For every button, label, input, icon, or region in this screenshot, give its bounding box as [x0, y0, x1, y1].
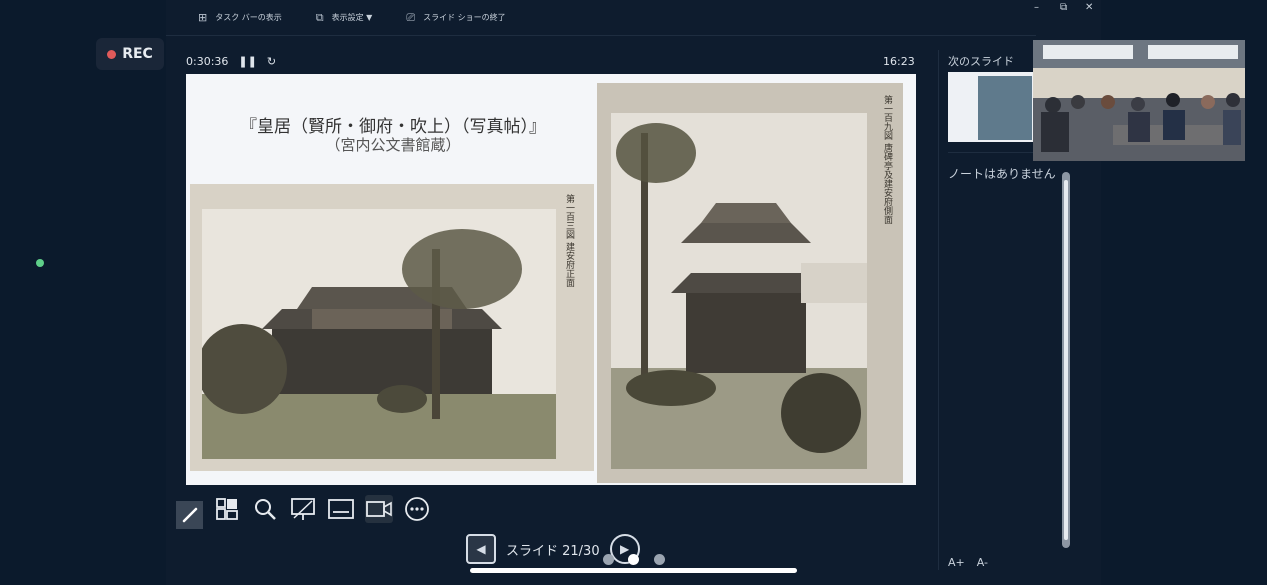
show-taskbar-label: タスク バーの表示	[215, 13, 282, 22]
page-dot[interactable]	[654, 554, 665, 565]
restore-button[interactable]: ⧉	[1060, 2, 1067, 13]
current-time: 16:23	[883, 55, 915, 68]
reset-icon[interactable]: ↻	[267, 55, 276, 68]
speaker-notes: ノートはありません	[948, 167, 1056, 181]
end-slideshow-button[interactable]: ⎚ スライド ショーの終了	[406, 11, 505, 25]
arrow-right-icon: ▶	[619, 542, 630, 556]
screen-icon	[291, 498, 315, 520]
pen-icon	[182, 507, 197, 523]
building-front-illustration	[202, 209, 556, 459]
end-slideshow-label: スライド ショーの終了	[423, 13, 506, 22]
video-feed[interactable]	[1033, 40, 1245, 161]
left-strip	[0, 0, 166, 585]
right-photo-caption: 第一百九図 唐碑亭及建安府側面	[882, 95, 892, 224]
taskbar-icon: ⊞	[198, 11, 208, 24]
elapsed-timer: 0:30:36 ❚❚ ↻	[186, 55, 276, 68]
left-photo: 第一百三図 建安府正面	[190, 184, 594, 471]
notes-scrollbar-thumb[interactable]	[1064, 180, 1068, 540]
page-dot[interactable]	[603, 554, 614, 565]
rec-indicator[interactable]: REC	[96, 38, 164, 70]
decrease-font-button[interactable]: A-	[977, 556, 988, 569]
display-settings-icon: ⧉	[315, 10, 324, 24]
next-slide-image	[978, 76, 1032, 140]
rec-label: REC	[122, 46, 153, 62]
slide-subtitle: （宮内公文書館蔵）	[325, 136, 461, 154]
next-slide-thumbnail[interactable]	[948, 72, 1038, 142]
see-all-slides-button[interactable]	[213, 495, 241, 523]
font-size-controls: A+ A-	[948, 556, 988, 569]
home-indicator-bar[interactable]	[470, 568, 797, 573]
right-photo-image	[611, 113, 867, 469]
more-icon	[405, 497, 429, 521]
increase-font-button[interactable]: A+	[948, 556, 965, 569]
next-slide-label: 次のスライド	[948, 55, 1014, 68]
close-button[interactable]: ✕	[1085, 2, 1093, 13]
status-dot-icon	[36, 259, 44, 267]
subtitles-button[interactable]	[327, 495, 355, 523]
camera-icon	[366, 501, 392, 517]
current-slide: 『皇居（賢所・御府・吹上）（写真帖）』 （宮内公文書館蔵） 第一百三図 建安府正…	[186, 74, 916, 485]
end-slideshow-icon: ⎚	[406, 10, 416, 24]
audience-video-image	[1033, 40, 1245, 161]
record-dot-icon	[107, 49, 117, 59]
slide-counter: スライド 21/30	[506, 543, 600, 559]
camera-toggle-button[interactable]	[365, 495, 393, 523]
presenter-tools	[176, 489, 431, 529]
display-settings-button[interactable]: ⧉ 表示設定 ▼	[316, 11, 373, 25]
page-dot-active[interactable]	[628, 554, 639, 565]
elapsed-time: 0:30:36	[186, 55, 229, 68]
more-options-button[interactable]	[403, 495, 431, 523]
left-photo-caption: 第一百三図 建安府正面	[564, 194, 574, 287]
display-settings-label: 表示設定 ▼	[331, 13, 373, 22]
right-photo: 第一百九図 唐碑亭及建安府側面	[597, 83, 903, 483]
previous-slide-button[interactable]: ◀	[466, 534, 496, 564]
black-screen-button[interactable]	[289, 495, 317, 523]
minimize-button[interactable]: –	[1034, 2, 1039, 13]
subtitles-icon	[328, 499, 354, 519]
pause-icon[interactable]: ❚❚	[238, 55, 256, 68]
pavilion-side-illustration	[611, 113, 867, 469]
zoom-icon	[255, 499, 276, 520]
show-taskbar-button[interactable]: ⊞ タスク バーの表示	[198, 11, 282, 24]
slide-grid-icon	[216, 498, 238, 520]
pen-tool-button[interactable]	[176, 501, 203, 529]
arrow-left-icon: ◀	[476, 542, 486, 556]
zoom-button[interactable]	[251, 495, 279, 523]
presenter-toolbar: ⊞ タスク バーの表示 ⧉ 表示設定 ▼ ⎚ スライド ショーの終了	[166, 0, 1036, 36]
left-photo-image	[202, 209, 556, 459]
